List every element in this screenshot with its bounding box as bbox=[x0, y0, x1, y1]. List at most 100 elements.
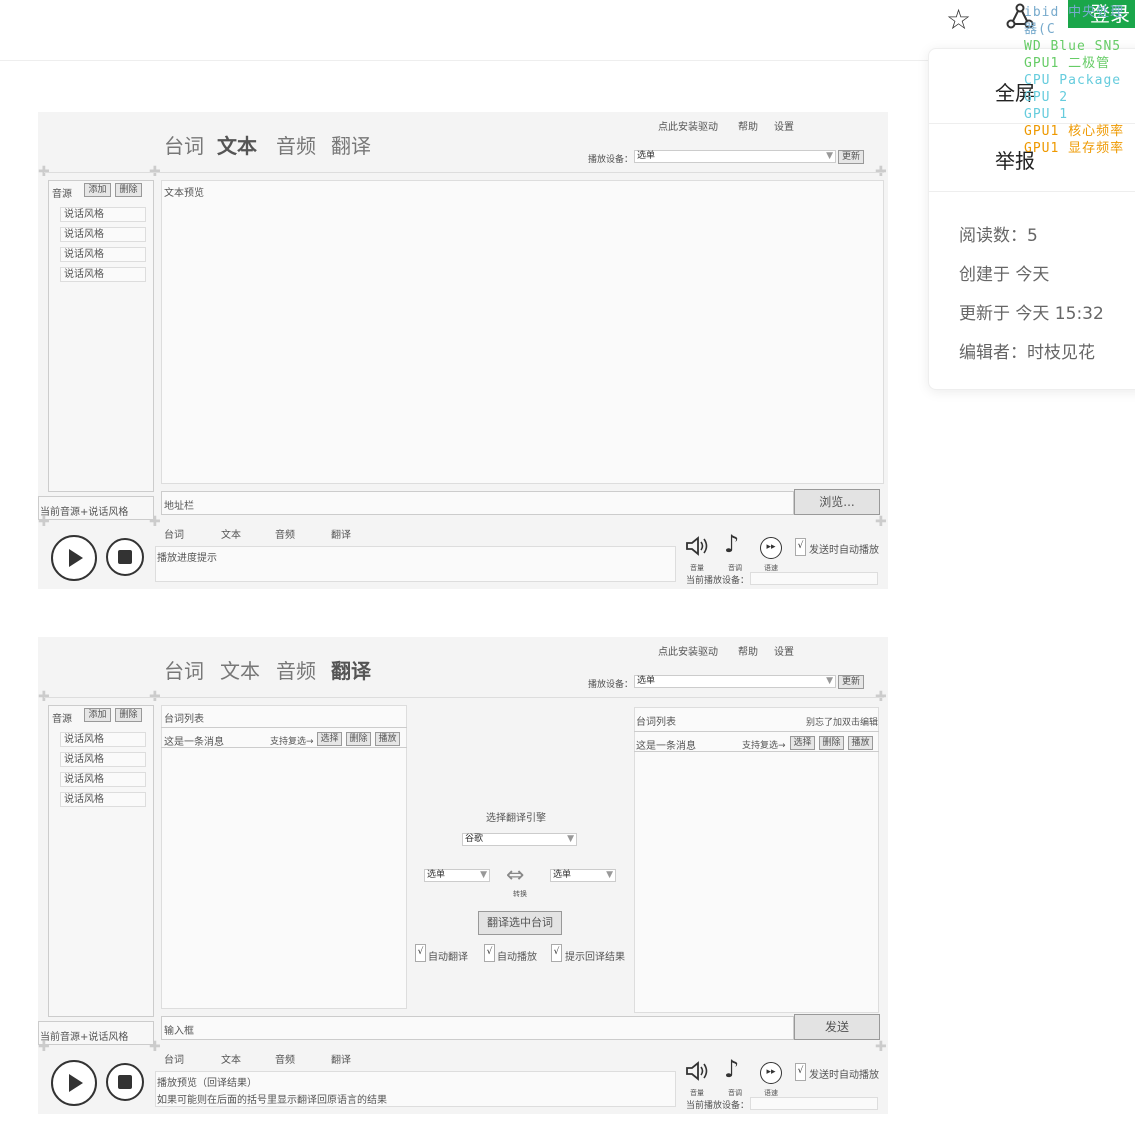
browse-button[interactable]: 浏览... bbox=[794, 489, 880, 515]
bottom-tab-text[interactable]: 文本 bbox=[221, 526, 241, 541]
auto-translate-label: 自动翻译 bbox=[428, 952, 468, 963]
overlay-line: ibid 中央处理器(C bbox=[1024, 5, 1125, 37]
auto-play-label: 发送时自动播放 bbox=[809, 545, 879, 556]
volume-icon[interactable] bbox=[684, 1059, 710, 1083]
play-line-button[interactable]: 播放 bbox=[848, 736, 873, 750]
text-preview-area[interactable] bbox=[161, 180, 884, 484]
plus-icon: ✚ bbox=[38, 1039, 50, 1055]
send-button[interactable]: 发送 bbox=[794, 1014, 880, 1040]
add-source-button[interactable]: 添加 bbox=[84, 183, 111, 197]
translate-selected-button[interactable]: 翻译选中台词 bbox=[478, 911, 562, 935]
install-driver-link[interactable]: 点此安装驱动 bbox=[658, 118, 718, 133]
refresh-button[interactable]: 更新 bbox=[838, 150, 864, 164]
tab-audio[interactable]: 音频 bbox=[276, 130, 316, 159]
tab-lines[interactable]: 台词 bbox=[164, 130, 204, 159]
style-item[interactable]: 说话风格 bbox=[60, 732, 146, 747]
tab-lines[interactable]: 台词 bbox=[164, 655, 204, 684]
message-text[interactable]: 这是一条消息 bbox=[636, 737, 696, 752]
fast-forward-icon[interactable]: ▸▸ bbox=[760, 1062, 782, 1084]
bottom-tab-audio[interactable]: 音频 bbox=[275, 526, 295, 541]
music-note-icon[interactable]: ♪ bbox=[724, 1055, 739, 1083]
play-line-button[interactable]: 播放 bbox=[375, 732, 400, 746]
play-device-field[interactable] bbox=[750, 1097, 878, 1110]
style-item[interactable]: 说话风格 bbox=[60, 772, 146, 787]
tab-text[interactable]: 文本 bbox=[217, 130, 257, 159]
add-source-button[interactable]: 添加 bbox=[84, 708, 111, 722]
play-device-field[interactable] bbox=[750, 572, 878, 585]
message-input[interactable] bbox=[161, 1016, 794, 1040]
mockup-text-tab: 台词 文本 音频 翻译 点此安装驱动 帮助 设置 播放设备： 选单 ▼ 更新 ✚ … bbox=[38, 112, 888, 589]
music-note-icon[interactable]: ♪ bbox=[724, 530, 739, 558]
delete-source-button[interactable]: 删除 bbox=[115, 708, 142, 722]
stop-button[interactable] bbox=[106, 538, 144, 576]
swap-label: 转换 bbox=[513, 890, 527, 898]
overlay-line: GPU1 显存频率 bbox=[1024, 141, 1125, 156]
style-item[interactable]: 说话风格 bbox=[60, 227, 146, 242]
refresh-button[interactable]: 更新 bbox=[838, 675, 864, 689]
target-language-value: 选单 bbox=[553, 870, 572, 880]
engine-select[interactable]: 谷歌 ▼ bbox=[462, 833, 577, 846]
input-label: 输入框 bbox=[164, 1026, 194, 1037]
auto-play-send-label: 发送时自动播放 bbox=[809, 1070, 879, 1081]
editor-name: 编辑者：时枝见花 bbox=[959, 343, 1095, 363]
pitch-label: 音调 bbox=[728, 1089, 742, 1097]
swap-arrows-icon[interactable]: ⇔ bbox=[506, 863, 524, 888]
style-item[interactable]: 说话风格 bbox=[60, 752, 146, 767]
lines-list-label: 台词列表 bbox=[164, 714, 204, 725]
settings-link[interactable]: 设置 bbox=[774, 118, 794, 133]
source-label: 音源 bbox=[52, 714, 72, 725]
target-language-select[interactable]: 选单 ▼ bbox=[550, 869, 616, 882]
delete-button[interactable]: 删除 bbox=[819, 736, 844, 750]
auto-play-checkbox[interactable]: √ bbox=[484, 944, 495, 962]
install-driver-link[interactable]: 点此安装驱动 bbox=[658, 643, 718, 658]
stop-button[interactable] bbox=[106, 1063, 144, 1101]
show-back-translation-checkbox[interactable]: √ bbox=[551, 944, 562, 962]
auto-play-send-checkbox[interactable]: √ bbox=[795, 1063, 806, 1081]
address-input[interactable] bbox=[161, 491, 794, 515]
fast-forward-icon[interactable]: ▸▸ bbox=[760, 537, 782, 559]
style-item[interactable]: 说话风格 bbox=[60, 207, 146, 222]
mockup-translate-tab: 台词 文本 音频 翻译 点此安装驱动 帮助 设置 播放设备： 选单 ▼ 更新 ✚ … bbox=[38, 637, 888, 1114]
play-button[interactable] bbox=[51, 1060, 97, 1106]
style-item[interactable]: 说话风格 bbox=[60, 792, 146, 807]
style-item[interactable]: 说话风格 bbox=[60, 247, 146, 262]
plus-icon: ✚ bbox=[149, 1039, 161, 1055]
stop-icon bbox=[118, 1075, 132, 1089]
play-button[interactable] bbox=[51, 535, 97, 581]
volume-icon[interactable] bbox=[684, 534, 710, 558]
overlay-line: GPU1 核心频率 bbox=[1024, 124, 1125, 139]
source-language-select[interactable]: 选单 ▼ bbox=[424, 869, 490, 882]
bottom-tab-lines[interactable]: 台词 bbox=[164, 526, 184, 541]
delete-button[interactable]: 删除 bbox=[346, 732, 371, 746]
bottom-tab-lines[interactable]: 台词 bbox=[164, 1051, 184, 1066]
auto-translate-checkbox[interactable]: √ bbox=[415, 944, 426, 962]
tab-translate[interactable]: 翻译 bbox=[331, 655, 371, 684]
delete-source-button[interactable]: 删除 bbox=[115, 183, 142, 197]
bottom-tab-text[interactable]: 文本 bbox=[221, 1051, 241, 1066]
progress-label: 播放进度提示 bbox=[157, 553, 217, 564]
progress-area bbox=[155, 546, 676, 582]
plus-icon: ✚ bbox=[875, 514, 887, 530]
device-select[interactable]: 选单 ▼ bbox=[634, 150, 836, 163]
message-text[interactable]: 这是一条消息 bbox=[164, 733, 224, 748]
double-click-hint: 别忘了加双击编辑 bbox=[806, 718, 879, 728]
help-link[interactable]: 帮助 bbox=[738, 118, 758, 133]
tab-text[interactable]: 文本 bbox=[220, 655, 260, 684]
select-button[interactable]: 选择 bbox=[790, 736, 815, 750]
bottom-tab-translate[interactable]: 翻译 bbox=[331, 1051, 351, 1066]
device-select[interactable]: 选单 ▼ bbox=[634, 675, 836, 688]
tab-translate[interactable]: 翻译 bbox=[331, 130, 371, 159]
preview-line-2: 如果可能则在后面的括号里显示翻译回原语言的结果 bbox=[157, 1095, 387, 1106]
tab-audio[interactable]: 音频 bbox=[276, 655, 316, 684]
settings-link[interactable]: 设置 bbox=[774, 643, 794, 658]
select-button[interactable]: 选择 bbox=[317, 732, 342, 746]
help-link[interactable]: 帮助 bbox=[738, 643, 758, 658]
bottom-tab-translate[interactable]: 翻译 bbox=[331, 526, 351, 541]
style-item[interactable]: 说话风格 bbox=[60, 267, 146, 282]
auto-play-checkbox[interactable]: √ bbox=[795, 538, 806, 556]
bottom-tab-audio[interactable]: 音频 bbox=[275, 1051, 295, 1066]
address-label: 地址栏 bbox=[164, 501, 194, 512]
star-icon[interactable]: ☆ bbox=[946, 4, 971, 36]
multi-select-hint: 支持复选→ bbox=[270, 737, 314, 747]
play-icon bbox=[69, 1074, 83, 1092]
